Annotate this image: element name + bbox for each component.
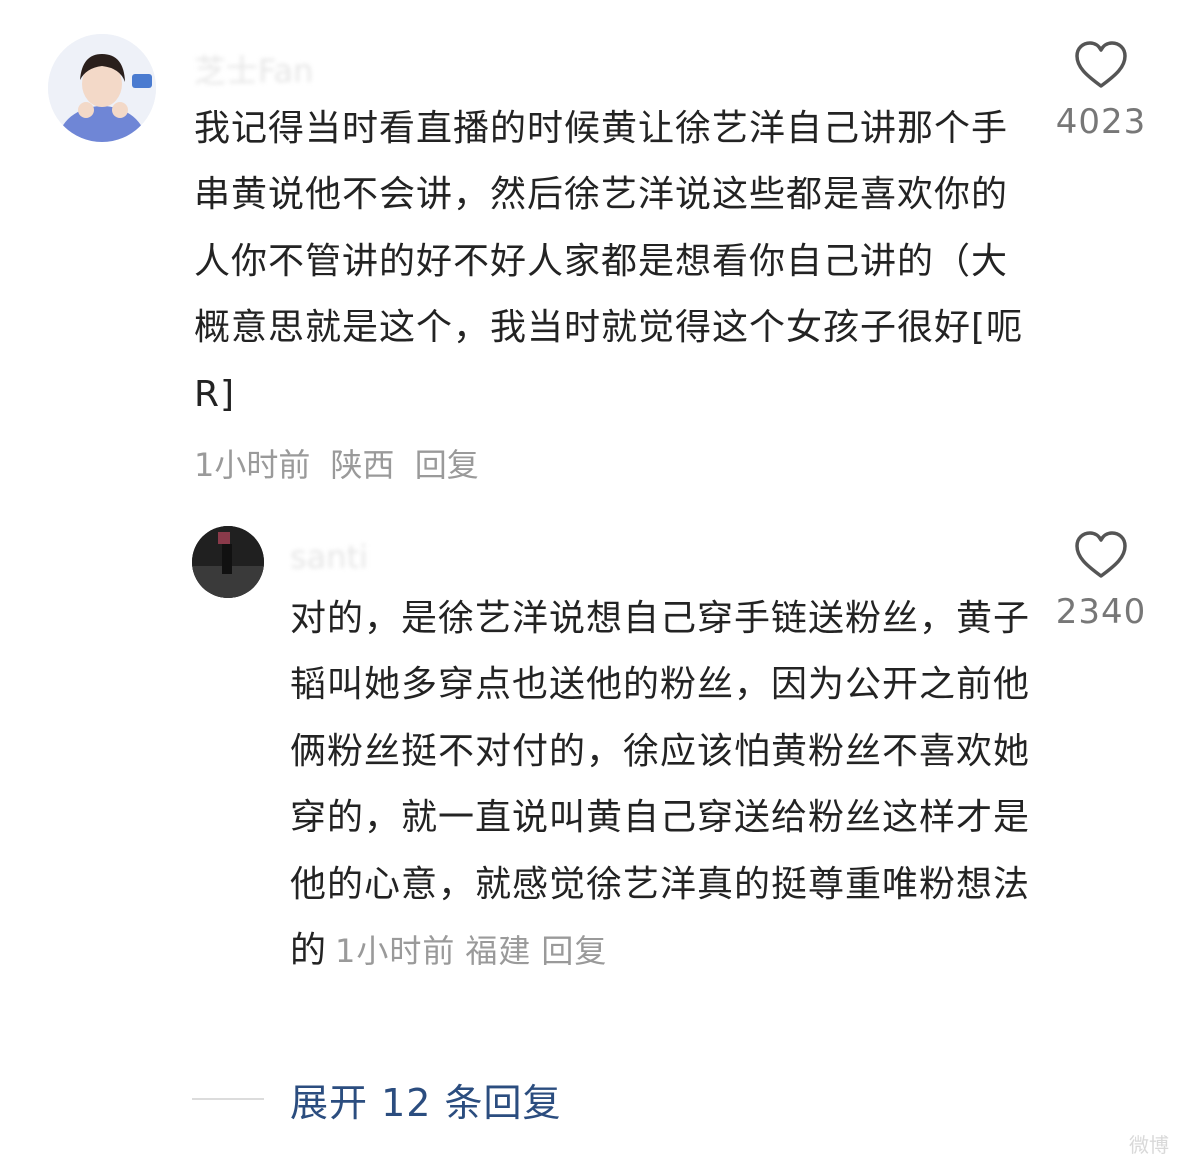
reply-location: 福建 [465, 932, 532, 971]
expand-replies-button[interactable]: 展开 12 条回复 [290, 1072, 562, 1127]
reply-avatar[interactable] [192, 526, 264, 598]
reply-like-button[interactable]: 2340 [1051, 530, 1151, 632]
comment-time: 1小时前 [194, 446, 311, 484]
divider [192, 1098, 264, 1100]
reply-button[interactable]: 回复 [541, 932, 607, 970]
reply-like-count: 2340 [1055, 592, 1147, 632]
comment-meta: 1小时前 陕西 回复 [194, 440, 489, 486]
heart-icon [1075, 41, 1127, 88]
reply-meta: 1小时前 福建 回复 [335, 932, 617, 970]
like-count: 4023 [1055, 102, 1147, 142]
comment-text: 我记得当时看直播的时候黄让徐艺洋自己讲那个手串黄说他不会讲，然后徐艺洋说这些都是… [194, 108, 1024, 415]
reply-username[interactable]: santi [290, 538, 368, 576]
reply-time: 1小时前 [335, 932, 456, 971]
reply-button[interactable]: 回复 [415, 446, 479, 484]
username[interactable]: 芝士Fan [194, 46, 313, 92]
comment-thread: 芝士Fan 我记得当时看直播的时候黄让徐艺洋自己讲那个手串黄说他不会讲，然后徐艺… [0, 0, 1179, 1166]
comment-location: 陕西 [330, 446, 395, 484]
avatar-image [192, 526, 264, 598]
watermark: 微博 [1129, 1133, 1169, 1157]
expand-replies-row[interactable]: 展开 12 条回复 [192, 1072, 562, 1127]
avatar-image [48, 34, 156, 142]
avatar[interactable] [48, 34, 156, 142]
like-button[interactable]: 4023 [1051, 40, 1151, 142]
reply-text-body: 对的，是徐艺洋说想自己穿手链送粉丝，黄子韬叫她多穿点也送他的粉丝，因为公开之前他… [290, 598, 1031, 972]
reply-text: 对的，是徐艺洋说想自己穿手链送粉丝，黄子韬叫她多穿点也送他的粉丝，因为公开之前他… [290, 586, 1030, 984]
heart-icon [1075, 531, 1127, 578]
